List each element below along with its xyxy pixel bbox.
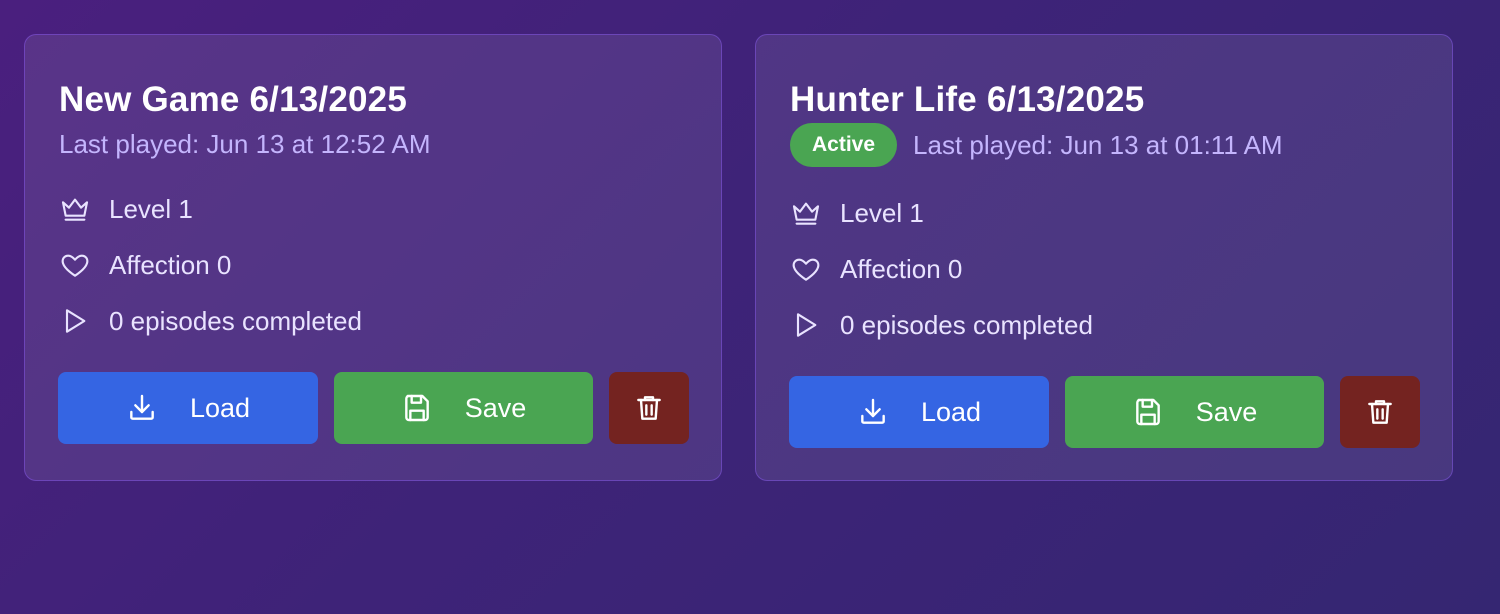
delete-button[interactable] [1340,376,1420,448]
play-icon [796,313,817,337]
save-label: Save [464,392,527,423]
save-slot-card: Hunter Life 6/13/2025 Active Last played… [755,34,1453,481]
load-button[interactable]: Load [789,376,1049,448]
stat-level: Level 1 [59,181,362,237]
save-button[interactable]: Save [1065,376,1324,448]
trash-icon [637,396,661,420]
stat-affection: Affection 0 [790,241,1093,297]
card-title: New Game 6/13/2025 [59,80,407,119]
stat-affection: Affection 0 [59,237,362,293]
last-played-text: Last played: Jun 13 at 01:11 AM [913,129,1283,160]
affection-label: Affection 0 [109,249,232,280]
crown-icon [792,202,820,225]
card-subline: Last played: Jun 13 at 12:52 AM [59,123,430,165]
last-played-text: Last played: Jun 13 at 12:52 AM [59,128,431,159]
download-icon [130,394,154,420]
download-icon [861,398,885,424]
level-label: Level 1 [109,193,193,224]
episodes-label: 0 episodes completed [109,305,362,336]
heart-icon [61,254,89,277]
active-badge: Active [790,123,898,167]
floppy-disk-icon [404,394,429,422]
card-subline: Active Last played: Jun 13 at 01:11 AM [790,123,1283,167]
card-title: Hunter Life 6/13/2025 [790,80,1145,119]
save-label: Save [1195,396,1258,427]
save-slot-grid: New Game 6/13/2025 Last played: Jun 13 a… [24,34,1453,481]
affection-label: Affection 0 [840,253,963,284]
episodes-label: 0 episodes completed [840,309,1093,340]
load-label: Load [189,392,251,423]
load-button[interactable]: Load [58,372,318,444]
save-slot-card: New Game 6/13/2025 Last played: Jun 13 a… [24,34,722,481]
heart-icon [792,258,820,281]
trash-icon [1368,400,1392,424]
level-label: Level 1 [840,197,924,228]
play-icon [65,309,86,333]
load-label: Load [920,396,982,427]
stat-level: Level 1 [790,185,1093,241]
card-stats: Level 1 Affection 0 0 episodes completed [59,181,362,349]
stat-episodes: 0 episodes completed [790,297,1093,353]
floppy-disk-icon [1135,398,1160,426]
card-actions: Load Save [789,376,1420,448]
crown-icon [61,198,89,221]
card-stats: Level 1 Affection 0 0 episodes completed [790,185,1093,353]
save-button[interactable]: Save [334,372,593,444]
delete-button[interactable] [609,372,689,444]
stat-episodes: 0 episodes completed [59,293,362,349]
card-actions: Load Save [58,372,689,444]
